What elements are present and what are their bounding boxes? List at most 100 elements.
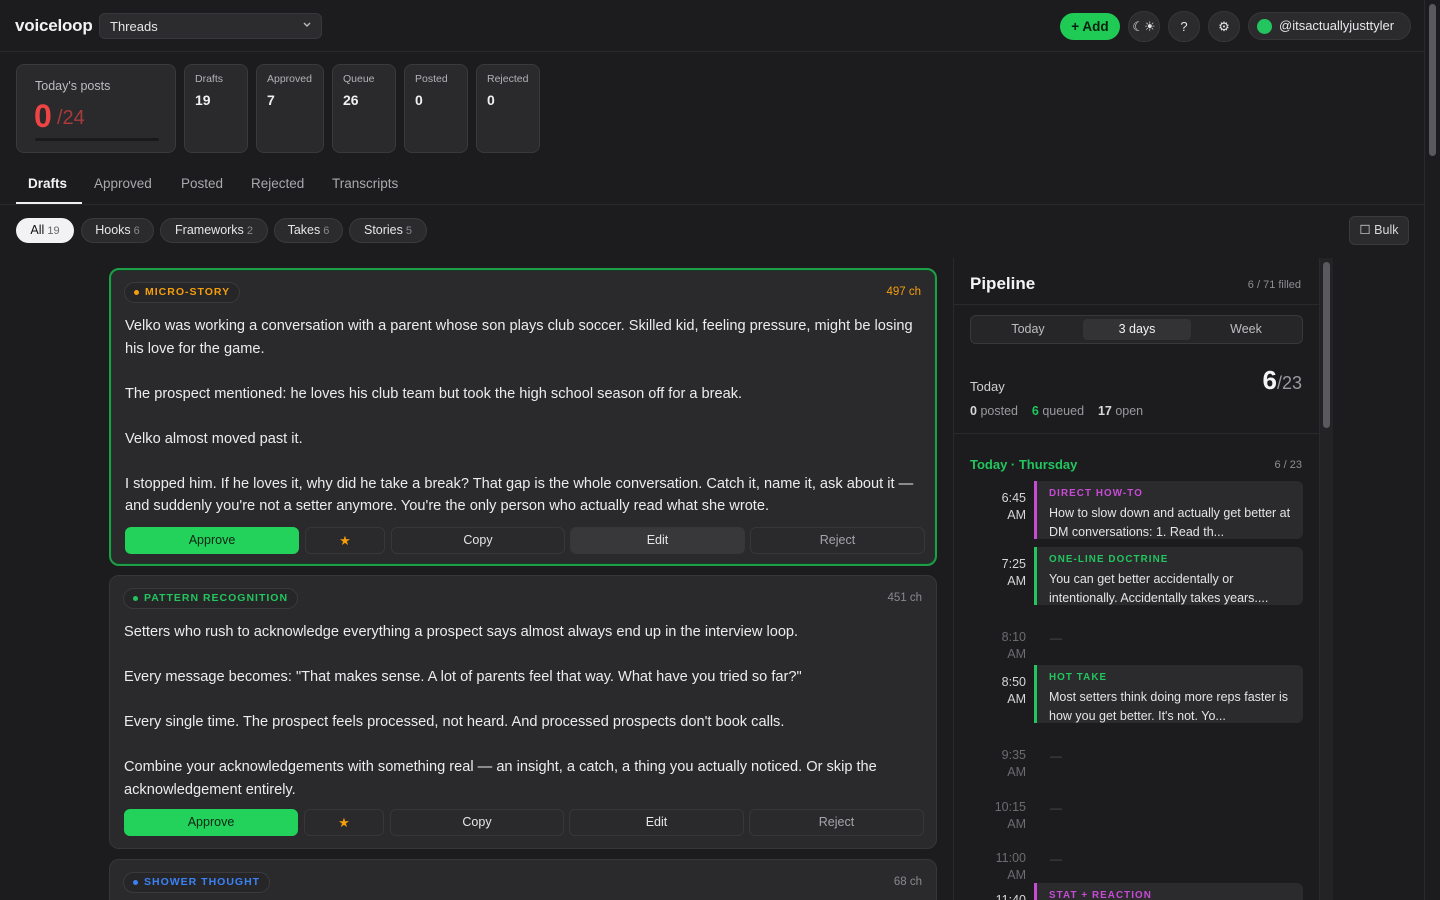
slot-time-ampm: AM: [1007, 691, 1026, 706]
edit-button[interactable]: Edit: [569, 809, 744, 836]
stat-card-queue[interactable]: Queue 26: [332, 64, 396, 153]
filter-chip-hooks[interactable]: Hooks 6: [81, 218, 154, 243]
page-scrollbar-thumb[interactable]: [1429, 4, 1436, 156]
pipeline-panel: Pipeline 6 / 71 filled Today 3 days Week T…: [953, 258, 1319, 900]
filter-chip-count: 6: [133, 225, 140, 237]
posted-count: 0: [970, 404, 977, 418]
view-tabs: Drafts Approved Posted Rejected Transcripts: [0, 166, 1424, 205]
slot-time-value: 6:45: [1001, 491, 1026, 505]
slot-time: 6:45 AM: [982, 490, 1026, 523]
pipeline-filled-count: 6 / 71 filled: [1247, 279, 1301, 291]
draft-card[interactable]: MICRO-STORY 497 ch Velko was working a con…: [109, 268, 937, 566]
user-menu-button[interactable]: @itsactuallyjusttyler: [1248, 12, 1411, 40]
scheduled-post[interactable]: ONE-LINE DOCTRINE You can get better acci…: [1034, 547, 1303, 605]
edit-button[interactable]: Edit: [570, 527, 745, 554]
empty-slot[interactable]: —: [1050, 801, 1062, 815]
slot-time-value: 7:25: [1001, 557, 1026, 571]
slot-time: 8:10 AM: [982, 629, 1026, 662]
day-heading: Today · Thursday: [970, 457, 1078, 472]
filter-chip-count: 5: [405, 225, 413, 237]
day-count: 6 / 23: [1274, 459, 1302, 471]
draft-actions: Approve ★ Copy Edit Reject: [124, 809, 924, 836]
app-logo[interactable]: voiceloop: [15, 16, 93, 36]
slot-time-ampm: AM: [1007, 573, 1026, 588]
todays-posts-label: Today's posts: [35, 79, 111, 93]
scheduled-post[interactable]: STAT + REACTION: [1034, 883, 1303, 900]
draft-paragraph: Every message becomes: "That makes sense…: [124, 669, 802, 685]
today-label: Today: [970, 379, 1005, 394]
todays-posts-card: Today's posts 0 /24: [16, 64, 176, 153]
moon-sun-icon: ☾☀: [1132, 19, 1156, 34]
reject-button[interactable]: Reject: [749, 809, 924, 836]
filter-chip-frameworks[interactable]: Frameworks 2: [160, 218, 268, 243]
empty-slot[interactable]: —: [1050, 749, 1062, 763]
scheduled-post-preview: Most setters think doing more reps faste…: [1049, 690, 1288, 723]
copy-button[interactable]: Copy: [390, 809, 564, 836]
post-type-badge: MICRO-STORY: [124, 282, 241, 303]
stat-card-approved[interactable]: Approved 7: [256, 64, 324, 153]
slot-time: 7:25 AM: [982, 556, 1026, 589]
tab-posted[interactable]: Posted: [181, 176, 223, 191]
slot-time-value: 11:40: [995, 893, 1026, 900]
draft-body[interactable]: Velko was working a conversation with a …: [125, 315, 925, 540]
star-button[interactable]: ★: [305, 527, 385, 554]
scheduled-post-type: DIRECT HOW-TO: [1049, 488, 1143, 499]
slot-time-value: 9:35: [1001, 748, 1026, 762]
scheduled-post[interactable]: HOT TAKE Most setters think doing more re…: [1034, 665, 1303, 723]
draft-card[interactable]: SHOWER THOUGHT 68 ch: [109, 859, 937, 900]
filter-chip-label: Stories: [363, 223, 403, 237]
tab-approved[interactable]: Approved: [94, 176, 152, 191]
pipeline-scrollbar[interactable]: [1319, 258, 1333, 900]
slot-time-ampm: AM: [1007, 764, 1026, 779]
workspace-select[interactable]: Threads: [99, 13, 322, 39]
empty-slot[interactable]: —: [1050, 852, 1062, 866]
scheduled-post[interactable]: DIRECT HOW-TO How to slow down and actual…: [1034, 481, 1303, 539]
range-option-3-days[interactable]: 3 days: [1083, 319, 1191, 340]
tab-rejected[interactable]: Rejected: [251, 176, 304, 191]
approve-button[interactable]: Approve: [124, 809, 298, 836]
copy-button[interactable]: Copy: [391, 527, 565, 554]
tab-drafts[interactable]: Drafts: [28, 176, 67, 191]
stat-card-drafts[interactable]: Drafts 19: [184, 64, 248, 153]
pipeline-scrollbar-thumb[interactable]: [1323, 262, 1330, 428]
slot-time: 9:35 AM: [982, 747, 1026, 780]
today-fill-count: 6/23: [1263, 365, 1303, 396]
slot-time: 11:00 AM: [982, 850, 1026, 883]
slot-time: 10:15 AM: [982, 799, 1026, 832]
help-button[interactable]: ?: [1168, 11, 1200, 42]
settings-button[interactable]: ⚙: [1208, 11, 1240, 42]
page-scrollbar[interactable]: [1424, 0, 1440, 900]
stat-label: Queue: [343, 73, 375, 85]
reject-button[interactable]: Reject: [750, 527, 925, 554]
draft-paragraph: Velko was working a conversation with a …: [125, 318, 913, 357]
filter-chip-takes[interactable]: Takes 6: [274, 218, 343, 243]
today-status-summary: 0 posted 6 queued 17 open: [970, 404, 1143, 418]
tab-transcripts[interactable]: Transcripts: [332, 176, 398, 191]
active-tab-indicator: [16, 202, 82, 204]
stat-card-posted[interactable]: Posted 0: [404, 64, 468, 153]
slot-time-ampm: AM: [1007, 646, 1026, 661]
star-button[interactable]: ★: [304, 809, 384, 836]
stat-label: Drafts: [195, 73, 224, 85]
empty-slot[interactable]: —: [1050, 631, 1062, 645]
stat-card-rejected[interactable]: Rejected 0: [476, 64, 540, 153]
draft-card[interactable]: PATTERN RECOGNITION 451 ch Setters who rus…: [109, 575, 937, 849]
stat-label: Approved: [267, 73, 312, 85]
divider: [954, 304, 1319, 305]
slot-time-value: 11:00: [995, 851, 1026, 865]
filter-chip-count: 6: [323, 225, 330, 237]
draft-body[interactable]: Setters who rush to acknowledge everythi…: [124, 621, 924, 824]
queued-count: 6: [1031, 404, 1039, 418]
bulk-select-button[interactable]: ☐ Bulk: [1349, 216, 1409, 245]
range-option-today[interactable]: Today: [974, 319, 1082, 340]
filter-chip-all[interactable]: All 19: [16, 218, 74, 243]
avatar: [1257, 19, 1272, 34]
range-option-week[interactable]: Week: [1192, 319, 1300, 340]
draft-paragraph: Velko almost moved past it.: [125, 430, 303, 447]
filter-chip-label: Frameworks: [175, 223, 244, 237]
filter-chip-stories[interactable]: Stories 5: [349, 218, 427, 243]
add-button[interactable]: + Add: [1060, 13, 1120, 40]
approve-button[interactable]: Approve: [125, 527, 299, 554]
slot-time-value: 10:15: [994, 800, 1026, 814]
theme-toggle-button[interactable]: ☾☀: [1128, 11, 1160, 42]
